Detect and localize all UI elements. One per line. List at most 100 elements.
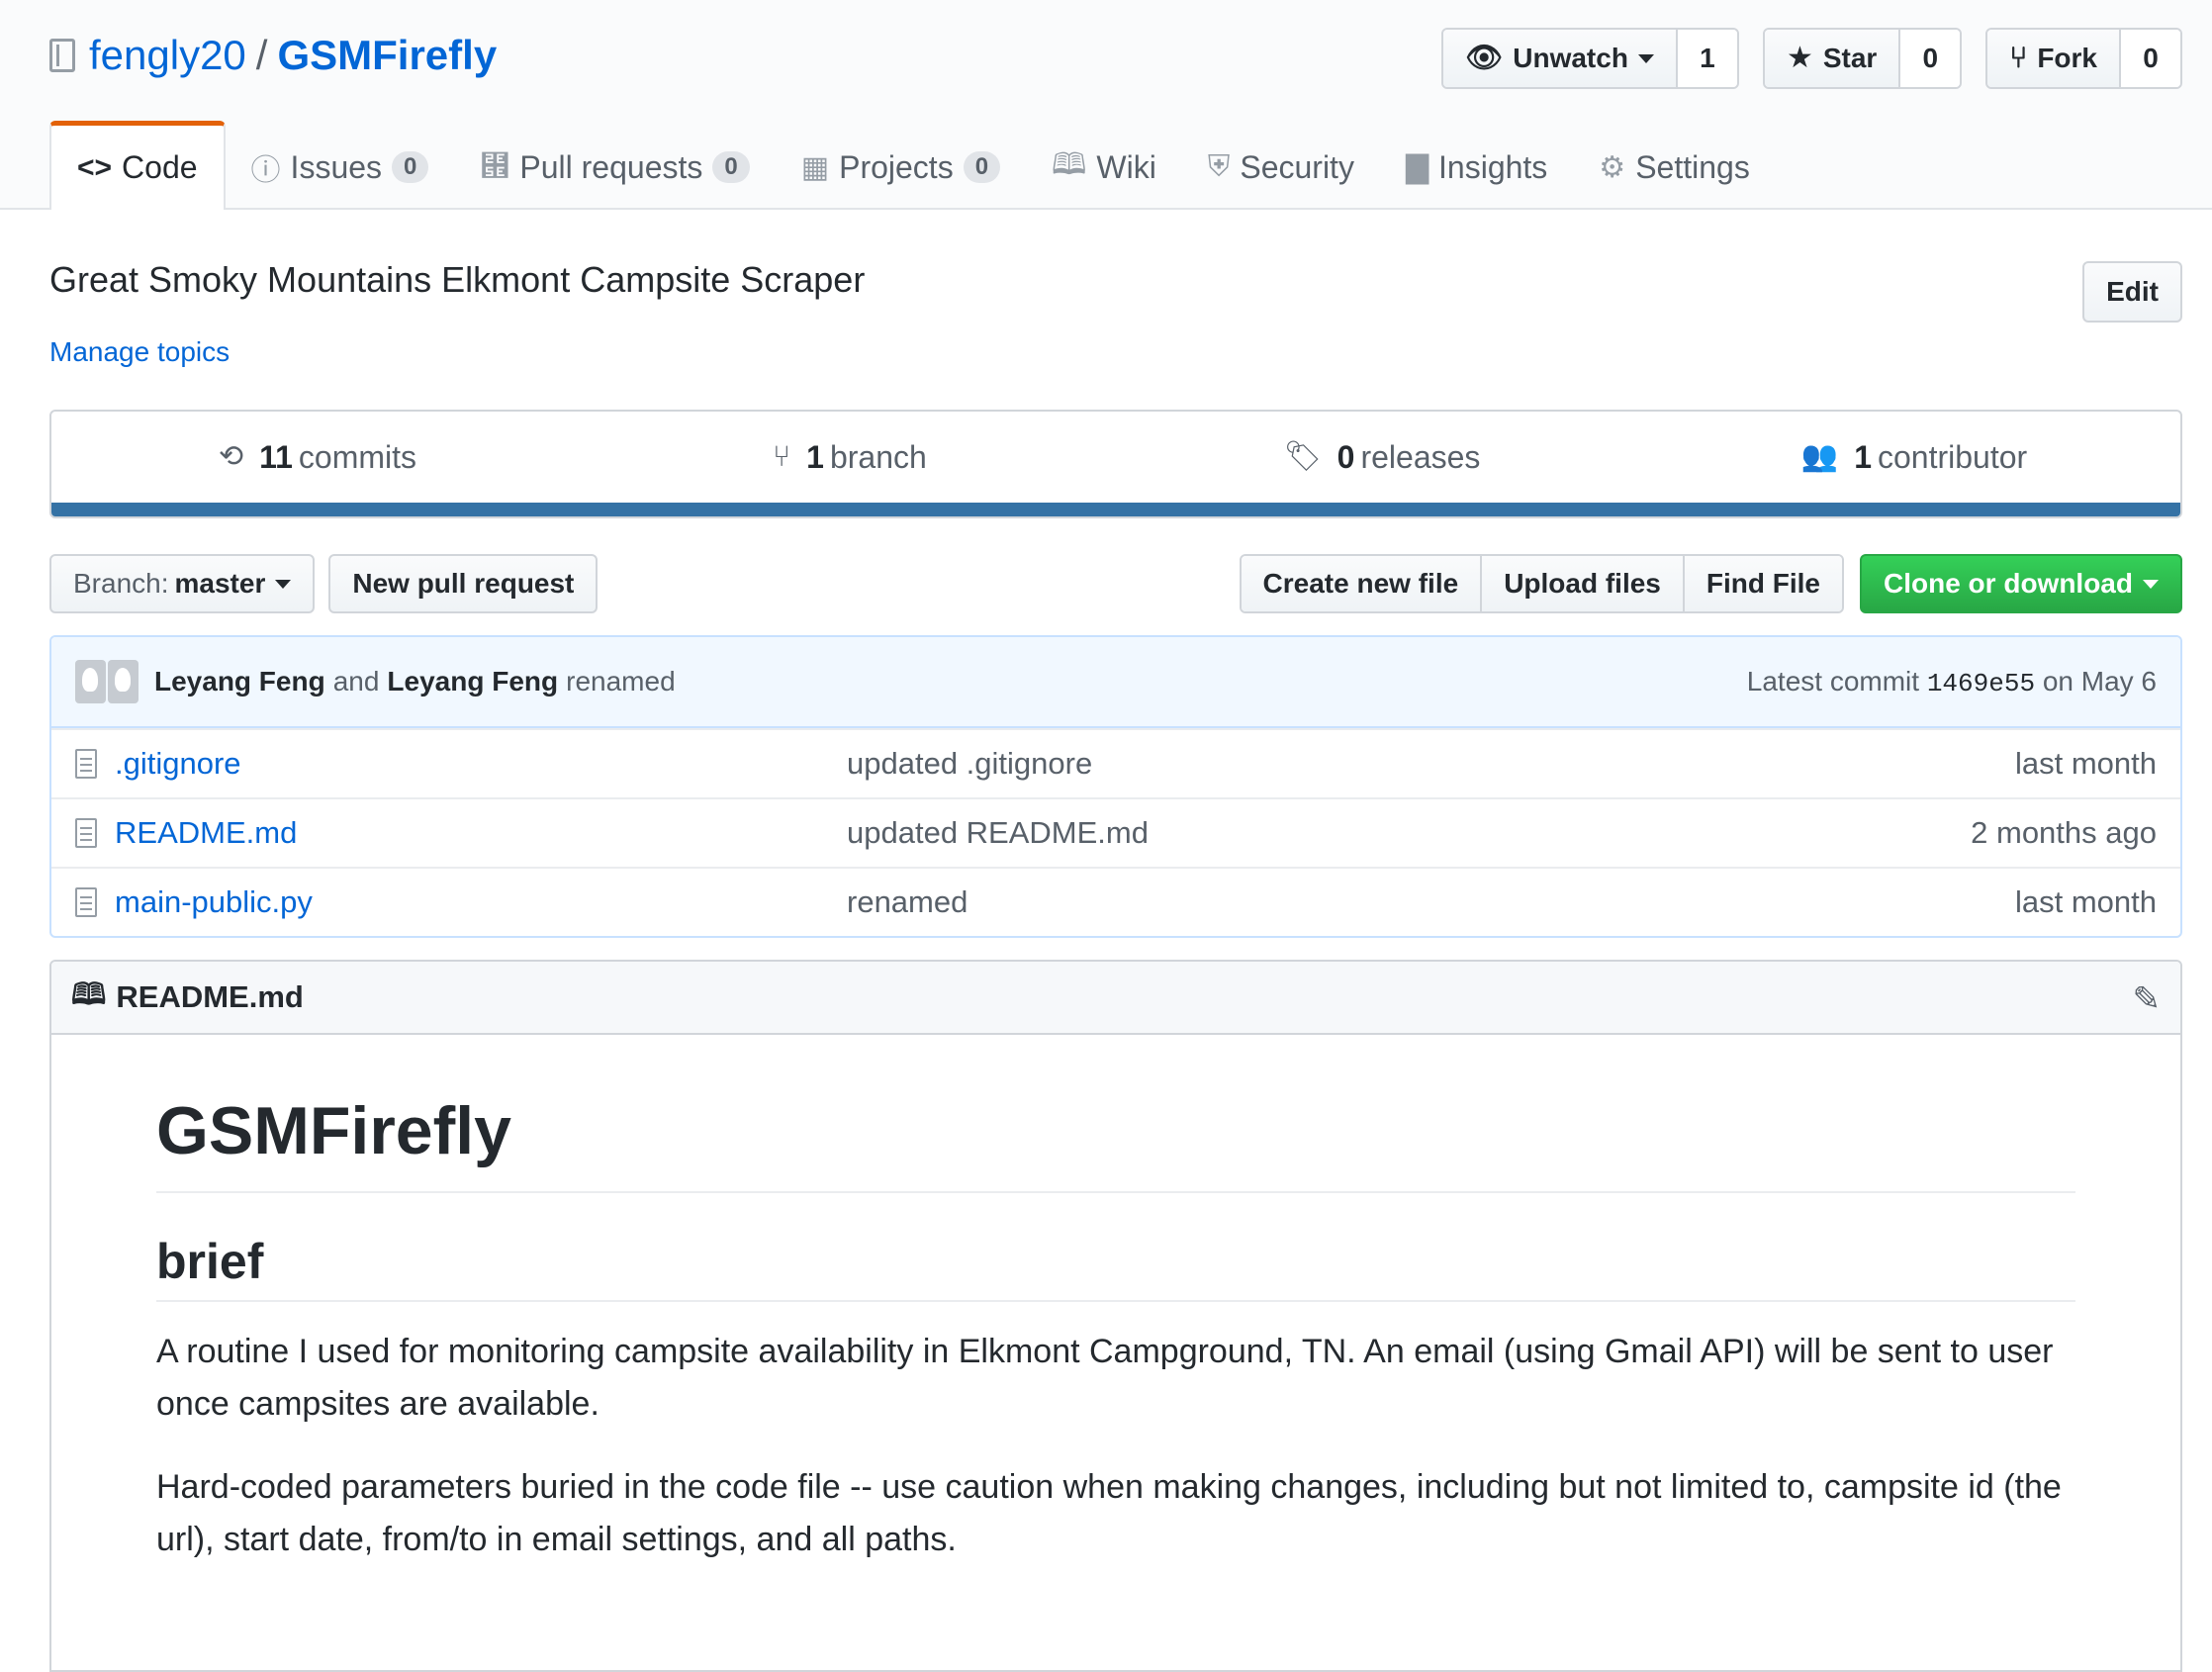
chevron-down-icon	[275, 579, 292, 589]
branch-select-button[interactable]: Branch: master	[49, 554, 316, 613]
tab-pull-requests-label: Pull requests	[519, 148, 703, 185]
forks-count[interactable]: 0	[2121, 30, 2180, 87]
people-icon: 👥	[1800, 440, 1839, 473]
file-icon	[75, 887, 97, 917]
clone-label: Clone or download	[1884, 568, 2133, 599]
readme-section-heading: brief	[156, 1233, 2075, 1302]
branch-name: master	[174, 568, 266, 599]
stargazers-count[interactable]: 0	[1900, 30, 1961, 87]
watchers-count[interactable]: 1	[1677, 30, 1737, 87]
file-name-link[interactable]: .gitignore	[115, 746, 847, 782]
star-label: Star	[1822, 43, 1878, 73]
tab-settings-label: Settings	[1635, 148, 1750, 185]
new-pull-request-button[interactable]: New pull request	[328, 554, 599, 613]
clone-or-download-button[interactable]: Clone or download	[1860, 554, 2182, 613]
tag-icon: 🏷	[1283, 440, 1322, 473]
fork-button-group: ⑂ Fork 0	[1985, 28, 2182, 89]
repo-name-link[interactable]: GSMFirefly	[277, 32, 497, 79]
tab-wiki[interactable]: 🕮 Wiki	[1026, 125, 1182, 210]
file-navigation: Branch: master New pull request Create n…	[49, 554, 2182, 613]
readme-panel: 🕮 README.md ✎ GSMFirefly brief A routine…	[49, 960, 2182, 1672]
pull-request-icon: ⹞	[480, 150, 510, 183]
commits-count: 11	[259, 438, 293, 475]
manage-topics-link[interactable]: Manage topics	[49, 336, 2182, 368]
commit-and-text: and	[332, 666, 380, 697]
tab-insights-label: Insights	[1438, 148, 1548, 185]
issue-icon: ⓘ	[250, 154, 281, 187]
commit-date: on May 6	[2042, 665, 2157, 697]
latest-commit-prefix: Latest commit	[1746, 665, 1920, 697]
file-commit-message[interactable]: updated .gitignore	[847, 746, 2015, 782]
commit-sha-link[interactable]: 1469e55	[1927, 669, 2035, 698]
releases-stat[interactable]: 🏷 0 releases	[1116, 412, 1648, 503]
chevron-down-icon	[1637, 53, 1654, 63]
tab-issues-label: Issues	[290, 148, 383, 185]
star-icon: ★	[1786, 42, 1813, 74]
unwatch-label: Unwatch	[1513, 43, 1628, 73]
file-commit-message[interactable]: renamed	[847, 884, 2015, 920]
gear-icon: ⚙	[1599, 150, 1626, 184]
branches-stat[interactable]: ⑂ 1 branch	[584, 412, 1116, 503]
tab-projects[interactable]: ▦ Projects 0	[776, 125, 1026, 210]
repo-header: fengly20 / GSMFirefly 👁 Unwatch 1 ★ Star…	[0, 0, 2212, 210]
file-name-link[interactable]: main-public.py	[115, 884, 847, 920]
tab-settings[interactable]: ⚙ Settings	[1573, 125, 1776, 210]
file-row: .gitignore updated .gitignore last month	[51, 728, 2180, 797]
graph-icon: ▇	[1405, 150, 1429, 184]
create-new-file-button[interactable]: Create new file	[1241, 556, 1483, 611]
file-row: main-public.py renamed last month	[51, 867, 2180, 936]
readme-header: 🕮 README.md ✎	[51, 962, 2180, 1035]
star-button[interactable]: ★ Star	[1764, 30, 1901, 87]
fork-button[interactable]: ⑂ Fork	[1987, 30, 2121, 87]
commit-author-link[interactable]: Leyang Feng	[154, 666, 325, 697]
shield-icon: ⛨	[1207, 150, 1231, 183]
releases-label: releases	[1360, 438, 1481, 475]
repo-icon	[49, 39, 75, 72]
fork-icon: ⑂	[2009, 42, 2028, 74]
contributors-label: contributor	[1877, 438, 2028, 475]
file-actions: Create new file Upload files Find File C…	[1239, 554, 2182, 613]
commits-label: commits	[298, 438, 417, 475]
branches-count: 1	[806, 438, 824, 475]
find-file-button[interactable]: Find File	[1684, 556, 1842, 611]
readme-title: GSMFirefly	[156, 1092, 2075, 1193]
file-age: last month	[2014, 884, 2157, 919]
branch-prefix: Branch:	[73, 568, 169, 599]
repo-actions: 👁 Unwatch 1 ★ Star 0 ⑂ Fork 0	[1441, 28, 2182, 89]
file-commit-message[interactable]: updated README.md	[847, 815, 1971, 851]
code-icon: <>	[77, 150, 113, 184]
file-row: README.md updated README.md 2 months ago	[51, 797, 2180, 867]
commit-coauthor-link[interactable]: Leyang Feng	[387, 666, 558, 697]
avatar[interactable]	[75, 660, 138, 703]
branch-icon: ⑂	[773, 440, 791, 473]
repo-description: Great Smoky Mountains Elkmont Campsite S…	[49, 259, 866, 300]
branches-label: branch	[829, 438, 927, 475]
tab-projects-label: Projects	[839, 148, 954, 185]
tab-code[interactable]: <> Code	[49, 121, 226, 210]
star-button-group: ★ Star 0	[1762, 28, 1963, 89]
tab-wiki-label: Wiki	[1096, 148, 1156, 185]
repo-owner-link[interactable]: fengly20	[89, 32, 246, 79]
unwatch-button[interactable]: 👁 Unwatch	[1443, 30, 1678, 87]
file-name-link[interactable]: README.md	[115, 815, 847, 851]
book-icon: 🕮	[71, 977, 107, 1011]
file-icon	[75, 818, 97, 848]
pull-requests-counter: 0	[712, 151, 750, 183]
commits-stat[interactable]: ⟲ 11 commits	[51, 412, 584, 503]
pencil-icon[interactable]: ✎	[2133, 979, 2162, 1019]
upload-files-button[interactable]: Upload files	[1482, 556, 1685, 611]
file-age: 2 months ago	[1971, 815, 2157, 850]
projects-counter: 0	[963, 151, 1001, 183]
tab-security[interactable]: ⛨ Security	[1182, 125, 1380, 210]
file-age: last month	[2014, 746, 2157, 781]
tab-pull-requests[interactable]: ⹞ Pull requests 0	[454, 125, 775, 210]
edit-description-button[interactable]: Edit	[2082, 261, 2182, 323]
commit-message[interactable]: renamed	[566, 666, 676, 697]
tab-insights[interactable]: ▇ Insights	[1380, 125, 1573, 210]
contributors-count: 1	[1854, 438, 1872, 475]
tab-issues[interactable]: ⓘ Issues 0	[226, 125, 455, 210]
language-bar[interactable]	[51, 503, 2180, 516]
path-separator: /	[255, 32, 268, 78]
contributors-stat[interactable]: 👥 1 contributor	[1648, 412, 2180, 503]
eye-icon: 👁	[1465, 42, 1504, 74]
